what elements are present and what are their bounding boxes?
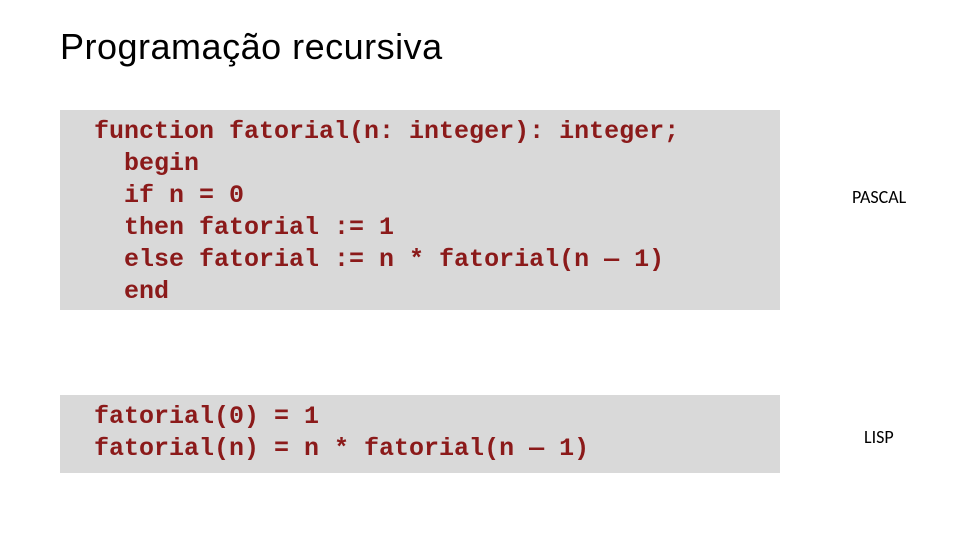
lisp-code-block: fatorial(0) = 1 fatorial(n) = n * fatori… (60, 395, 780, 473)
slide: Programação recursiva function fatorial(… (0, 0, 960, 540)
pascal-code-block: function fatorial(n: integer): integer; … (60, 110, 780, 310)
pascal-label: PASCAL (852, 186, 906, 208)
slide-title: Programação recursiva (60, 26, 443, 68)
lisp-label: LISP (864, 426, 894, 448)
pascal-code: function fatorial(n: integer): integer; … (94, 116, 780, 308)
lisp-code: fatorial(0) = 1 fatorial(n) = n * fatori… (94, 401, 780, 465)
